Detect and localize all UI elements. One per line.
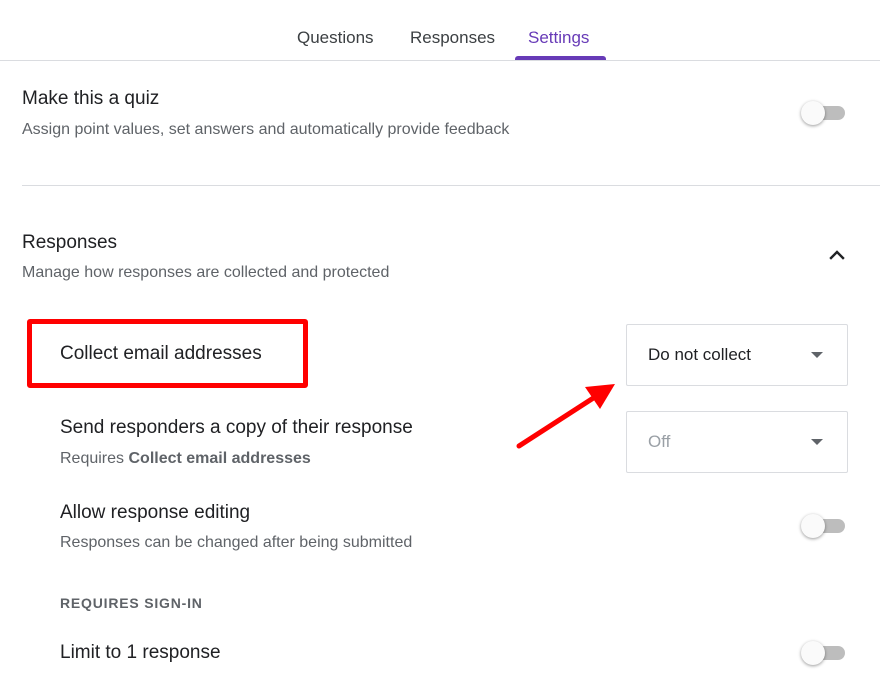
- annotation-arrow: [516, 384, 615, 449]
- caret-down-icon: [811, 352, 823, 358]
- allow-editing-label: Allow response editing: [60, 502, 251, 523]
- send-copy-dropdown[interactable]: Off: [626, 411, 848, 473]
- requires-signin-header: REQUIRES SIGN-IN: [60, 595, 203, 611]
- requires-setting-name: Collect email addresses: [128, 450, 311, 467]
- allow-editing-toggle[interactable]: [799, 513, 847, 539]
- settings-page: Questions Responses Settings Make this a…: [0, 0, 880, 697]
- annotation-highlight-box: [27, 319, 308, 388]
- collect-email-selected: Do not collect: [648, 345, 751, 364]
- toggle-knob: [801, 514, 825, 538]
- quiz-title: Make this a quiz: [22, 88, 160, 109]
- responses-section-description: Manage how responses are collected and p…: [22, 264, 390, 281]
- send-copy-label: Send responders a copy of their response: [60, 417, 413, 438]
- quiz-toggle[interactable]: [799, 100, 847, 126]
- tab-settings[interactable]: Settings: [528, 0, 589, 61]
- send-copy-selected: Off: [648, 432, 671, 451]
- quiz-description: Assign point values, set answers and aut…: [22, 121, 510, 138]
- collect-email-dropdown[interactable]: Do not collect: [626, 324, 848, 386]
- allow-editing-description: Responses can be changed after being sub…: [60, 534, 413, 551]
- chevron-up-icon[interactable]: [826, 246, 848, 262]
- tab-bar: Questions Responses Settings: [0, 0, 880, 61]
- caret-down-icon: [811, 439, 823, 445]
- send-copy-requires: Requires Collect email addresses: [60, 449, 311, 469]
- section-divider: [22, 185, 880, 186]
- limit-one-toggle[interactable]: [799, 640, 847, 666]
- active-tab-indicator: [515, 56, 606, 60]
- toggle-knob: [801, 101, 825, 125]
- tab-questions[interactable]: Questions: [297, 0, 374, 61]
- tab-responses[interactable]: Responses: [410, 0, 495, 61]
- responses-section-title: Responses: [22, 232, 118, 253]
- requires-prefix: Requires: [60, 450, 129, 467]
- limit-one-label: Limit to 1 response: [60, 642, 221, 663]
- toggle-knob: [801, 641, 825, 665]
